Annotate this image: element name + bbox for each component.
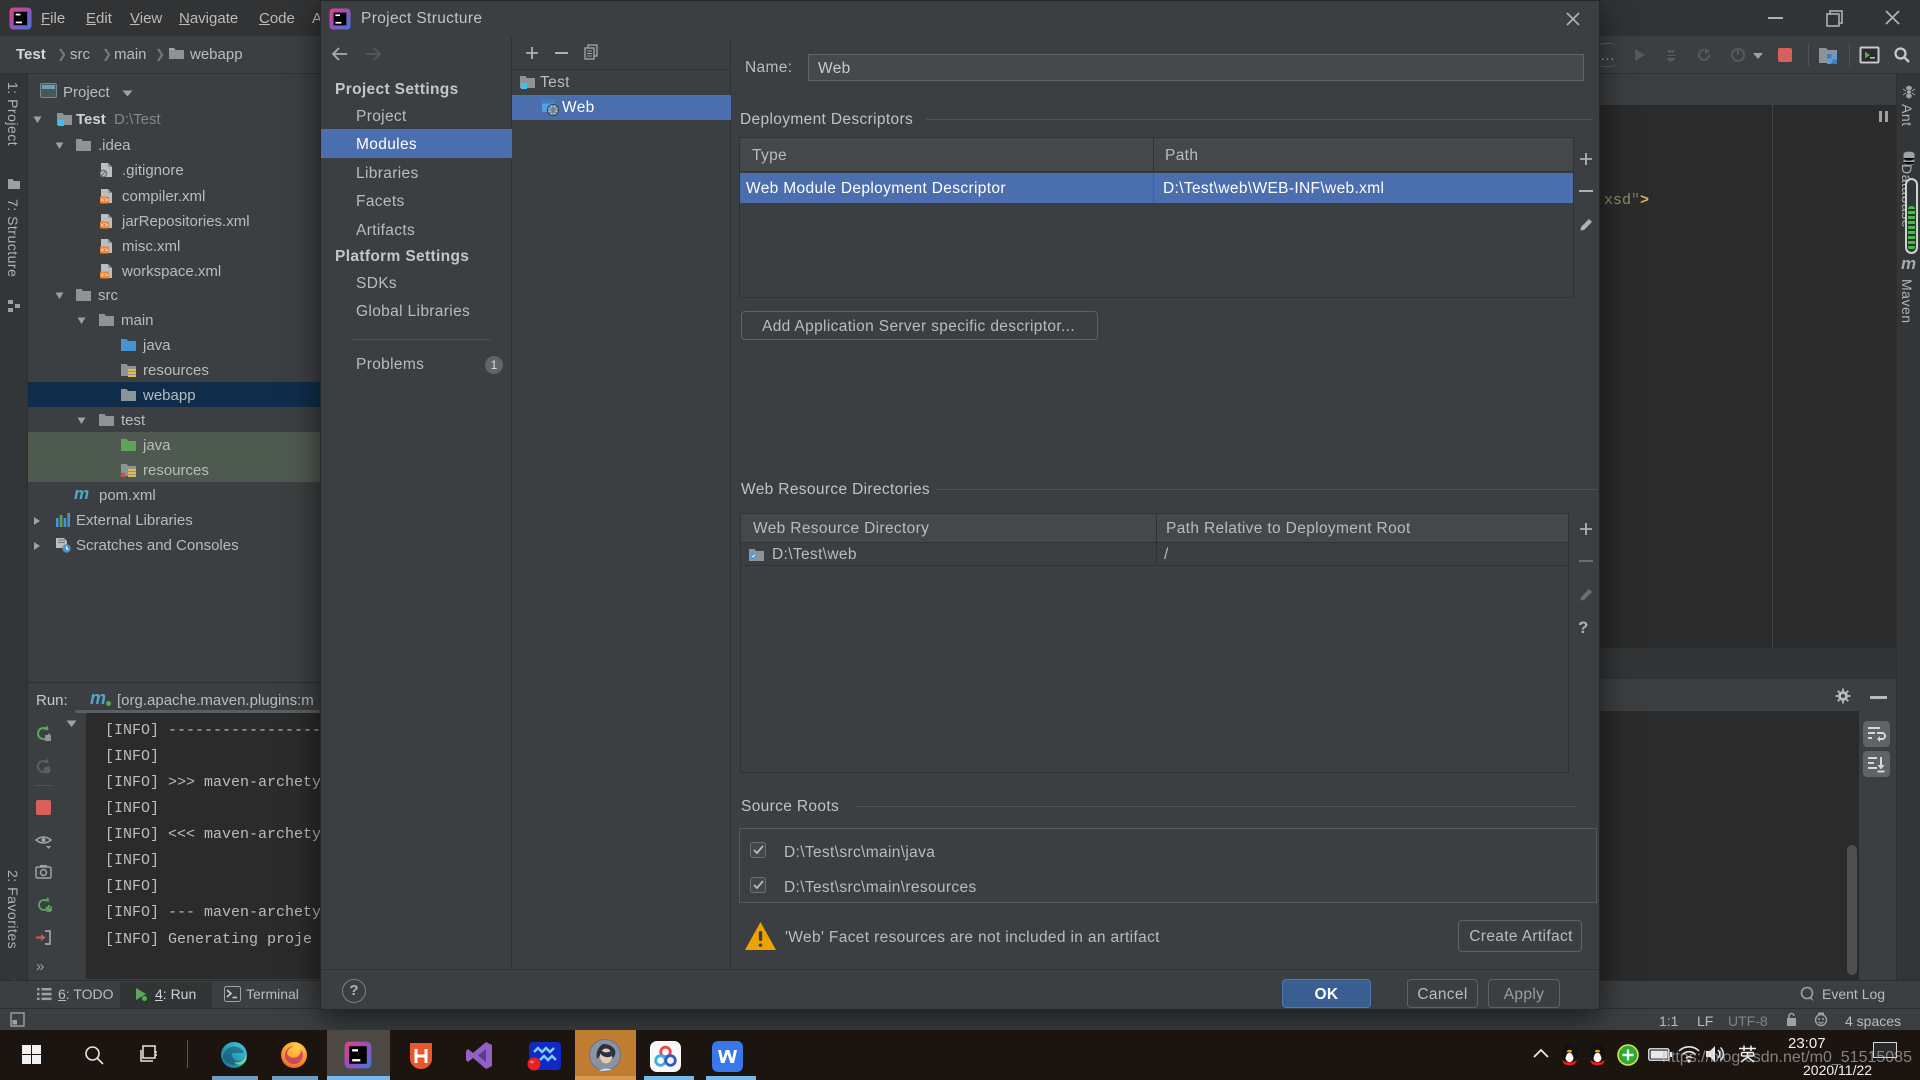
svg-text:<>: <>: [101, 272, 109, 279]
svg-text:<>: <>: [101, 247, 109, 254]
svg-text:<>: <>: [101, 222, 109, 229]
svg-text:<>: <>: [101, 197, 109, 204]
